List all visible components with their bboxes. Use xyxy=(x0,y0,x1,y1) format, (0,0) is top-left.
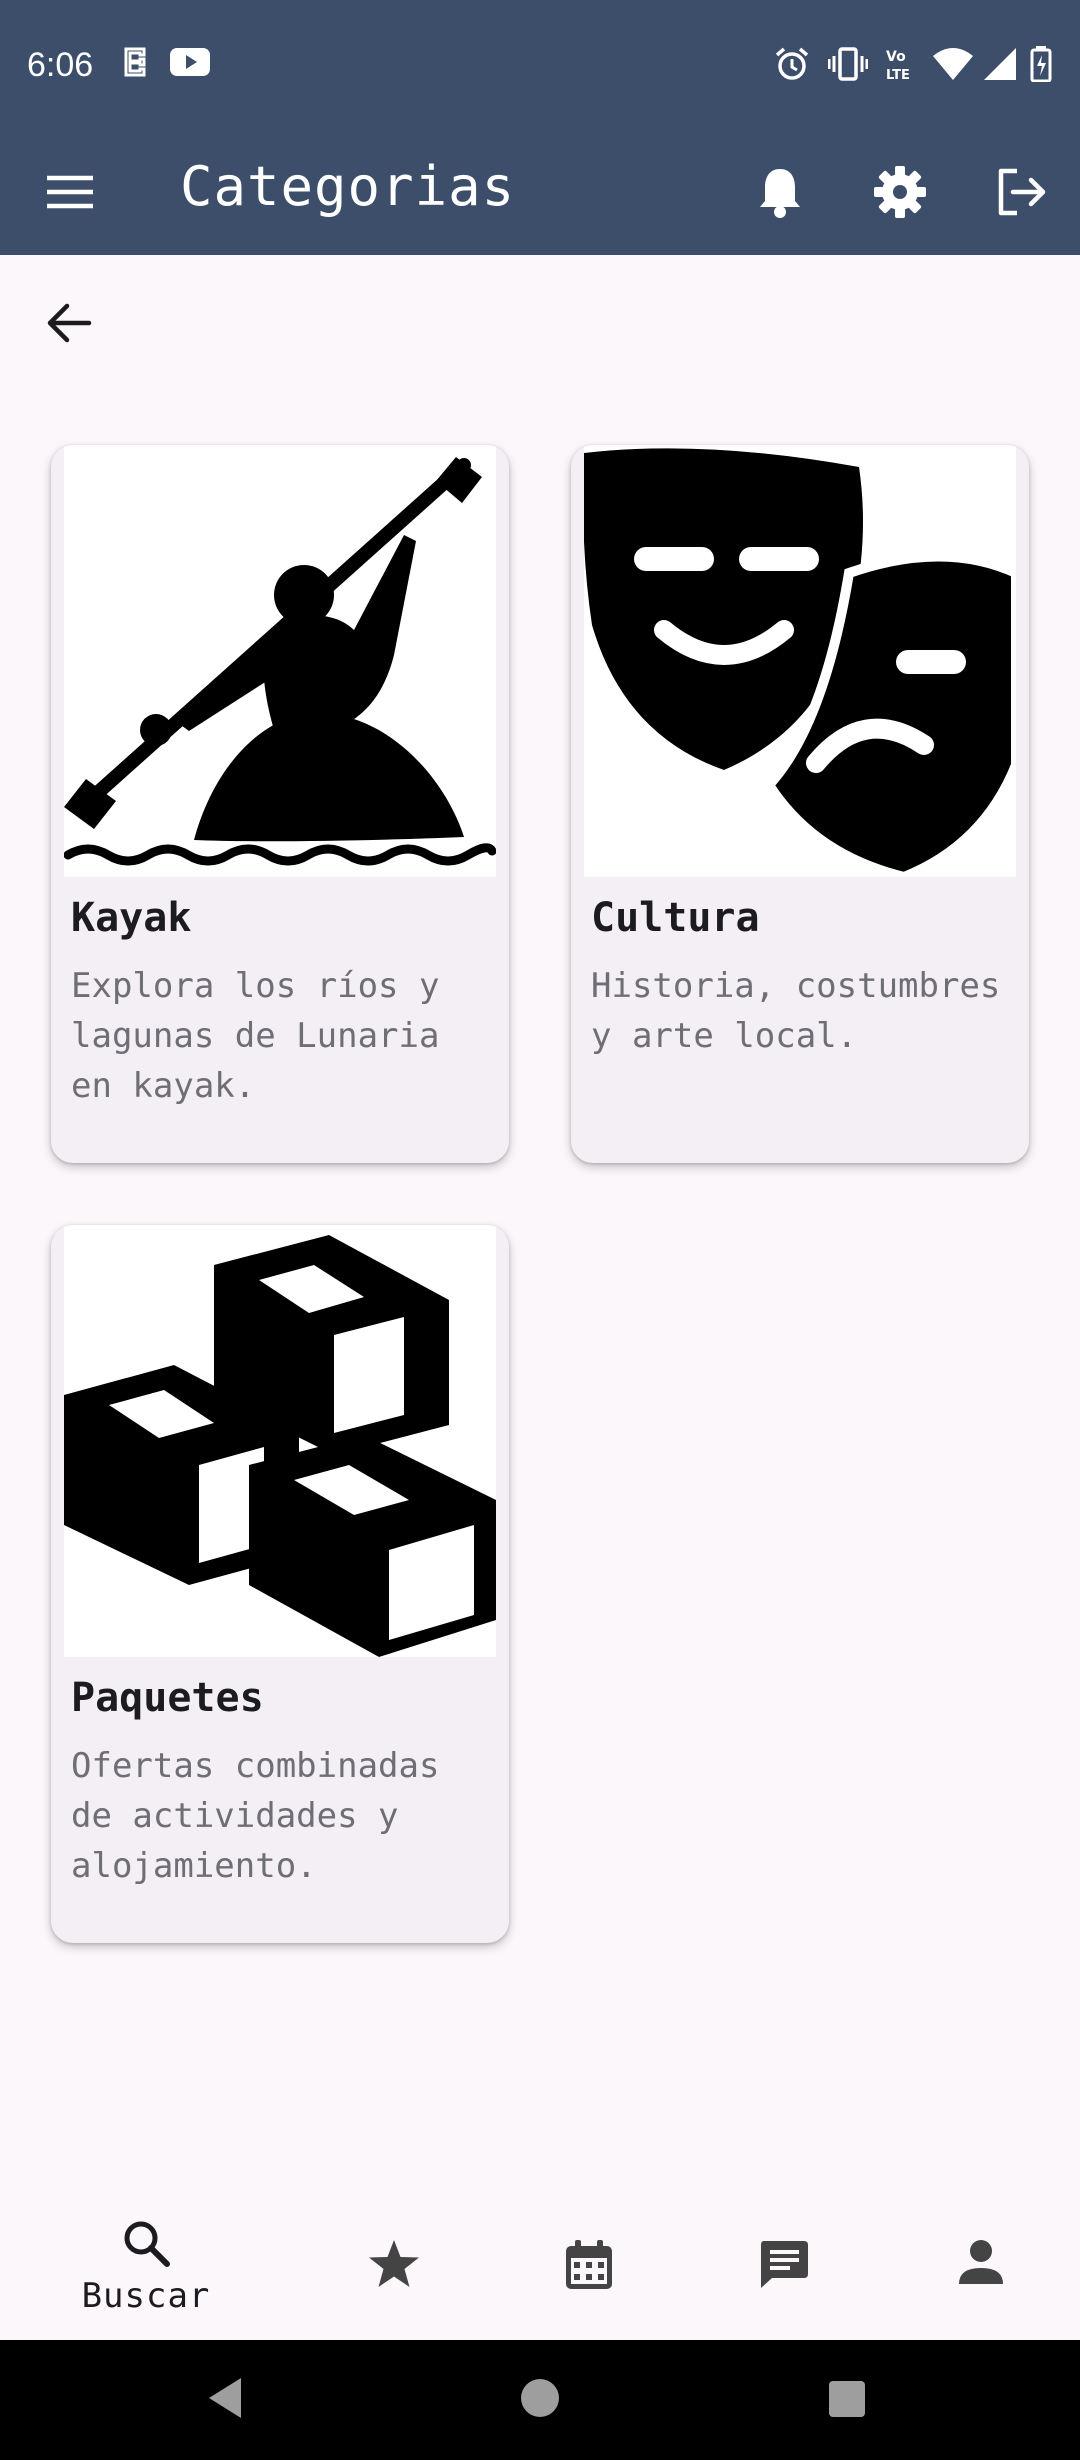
logout-icon[interactable] xyxy=(990,160,1054,224)
youtube-icon xyxy=(170,46,210,82)
bell-icon[interactable] xyxy=(748,160,812,224)
card-description: Explora los ríos y lagunas de Lunaria en… xyxy=(71,966,440,1106)
calendar-icon xyxy=(563,2238,615,2296)
chat-icon xyxy=(758,2238,810,2294)
card-description: Historia, costumbres y arte local. xyxy=(591,966,1001,1056)
category-card-paquetes[interactable]: Paquetes Ofertas combinadas de actividad… xyxy=(51,1225,509,1943)
kayak-image xyxy=(64,445,496,877)
search-icon xyxy=(121,2218,171,2272)
battery-icon xyxy=(1030,46,1052,86)
vibrate-icon xyxy=(827,46,869,86)
bottom-navigation: Buscar xyxy=(0,2190,1080,2340)
system-navigation-bar xyxy=(0,2340,1080,2460)
card-title: Kayak xyxy=(71,895,192,941)
recents-square-icon[interactable] xyxy=(828,2380,866,2422)
boxes-image xyxy=(64,1225,496,1657)
card-title: Paquetes xyxy=(71,1675,264,1721)
back-triangle-icon[interactable] xyxy=(205,2376,245,2424)
gear-icon[interactable] xyxy=(868,160,932,224)
theater-masks-image xyxy=(584,445,1016,877)
page-title: Categorias xyxy=(180,155,516,218)
top-bar: 6:06 Vo LTE Categorias xyxy=(0,0,1080,255)
alarm-icon xyxy=(774,46,810,86)
volte-icon: Vo LTE xyxy=(884,46,920,86)
person-icon xyxy=(957,2238,1005,2290)
svg-text:Vo: Vo xyxy=(886,49,906,65)
arrow-back-icon xyxy=(45,301,93,349)
app-bar: Categorias xyxy=(0,130,1080,255)
back-button[interactable] xyxy=(36,292,102,358)
home-circle-icon[interactable] xyxy=(520,2378,560,2422)
nav-label-buscar: Buscar xyxy=(81,2276,211,2316)
menu-icon[interactable] xyxy=(38,160,102,224)
svg-text:LTE: LTE xyxy=(886,68,910,82)
category-card-kayak[interactable]: Kayak Explora los ríos y lagunas de Luna… xyxy=(51,445,509,1163)
status-bar: 6:06 Vo LTE xyxy=(0,0,1080,130)
card-title: Cultura xyxy=(591,895,760,941)
wifi-icon xyxy=(932,46,974,86)
card-description: Ofertas combinadas de actividades y aloj… xyxy=(71,1746,440,1886)
status-time: 6:06 xyxy=(27,46,94,84)
notification-icon xyxy=(122,46,148,84)
signal-icon xyxy=(982,46,1018,86)
star-icon xyxy=(367,2238,421,2294)
category-card-cultura[interactable]: Cultura Historia, costumbres y arte loca… xyxy=(571,445,1029,1163)
